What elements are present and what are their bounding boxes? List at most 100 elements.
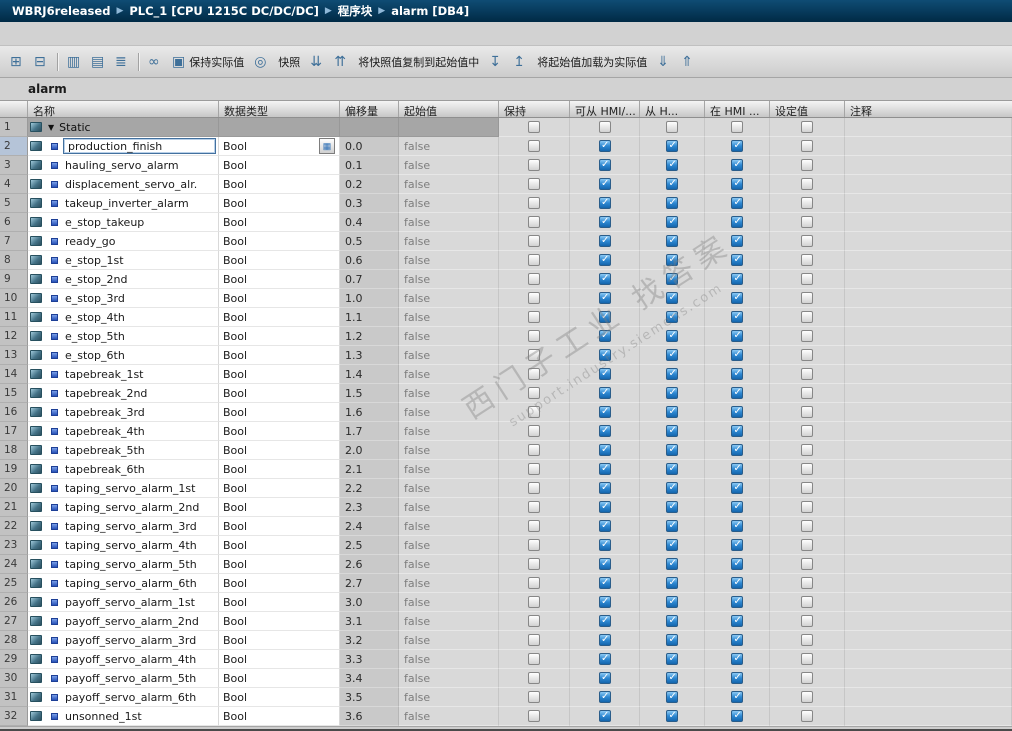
- name-cell[interactable]: taping_servo_alarm_3rd: [28, 517, 219, 536]
- name-cell[interactable]: e_stop_6th: [28, 346, 219, 365]
- start-value-cell[interactable]: false: [399, 308, 499, 327]
- setpoint-checkbox[interactable]: [801, 140, 813, 152]
- hmi-visible-checkbox[interactable]: [731, 311, 743, 323]
- name-cell[interactable]: e_stop_4th: [28, 308, 219, 327]
- retain-checkbox[interactable]: [528, 406, 540, 418]
- row-number[interactable]: 27: [0, 612, 28, 631]
- comment-cell[interactable]: [845, 308, 1012, 327]
- retain-checkbox[interactable]: [528, 558, 540, 570]
- start-value-cell[interactable]: false: [399, 631, 499, 650]
- name-cell[interactable]: taping_servo_alarm_5th: [28, 555, 219, 574]
- retain-checkbox[interactable]: [528, 387, 540, 399]
- setpoint-checkbox[interactable]: [801, 254, 813, 266]
- comment-cell[interactable]: [845, 479, 1012, 498]
- name-cell[interactable]: hauling_servo_alarm: [28, 156, 219, 175]
- hmi-visible-checkbox[interactable]: [731, 216, 743, 228]
- setpoint-checkbox[interactable]: [801, 292, 813, 304]
- hmi-visible-checkbox[interactable]: [731, 672, 743, 684]
- hmi-accessible-checkbox[interactable]: [598, 444, 611, 456]
- hmi-visible-checkbox[interactable]: [731, 273, 743, 285]
- start-value-cell[interactable]: false: [399, 574, 499, 593]
- hmi-writable-checkbox[interactable]: [666, 197, 678, 209]
- start-value-cell[interactable]: false: [399, 384, 499, 403]
- hmi-accessible-checkbox[interactable]: [598, 121, 611, 133]
- hmi-writable-checkbox[interactable]: [666, 273, 678, 285]
- datatype-cell[interactable]: Bool: [219, 479, 340, 498]
- hmi-writable-checkbox[interactable]: [666, 577, 678, 589]
- hmi-visible-checkbox[interactable]: [731, 634, 743, 646]
- hmi-visible-checkbox[interactable]: [731, 463, 743, 475]
- row-number[interactable]: 18: [0, 441, 28, 460]
- datatype-cell[interactable]: Bool: [219, 460, 340, 479]
- row-number[interactable]: 7: [0, 232, 28, 251]
- comment-cell[interactable]: [845, 555, 1012, 574]
- hmi-visible-checkbox[interactable]: [731, 691, 743, 703]
- name-cell[interactable]: payoff_servo_alarm_5th: [28, 669, 219, 688]
- comment-cell[interactable]: [845, 346, 1012, 365]
- datatype-cell[interactable]: Bool: [219, 707, 340, 726]
- datatype-cell[interactable]: Bool: [219, 194, 340, 213]
- hmi-visible-checkbox[interactable]: [731, 577, 743, 589]
- setpoint-checkbox[interactable]: [801, 634, 813, 646]
- comment-cell[interactable]: [845, 498, 1012, 517]
- hmi-writable-checkbox[interactable]: [666, 406, 678, 418]
- hmi-accessible-checkbox[interactable]: [598, 558, 611, 570]
- hmi-accessible-checkbox[interactable]: [598, 425, 611, 437]
- datatype-cell[interactable]: Bool: [219, 156, 340, 175]
- hmi-visible-checkbox[interactable]: [731, 406, 743, 418]
- hmi-accessible-checkbox[interactable]: [598, 615, 611, 627]
- name-cell[interactable]: e_stop_5th: [28, 327, 219, 346]
- row-number[interactable]: 3: [0, 156, 28, 175]
- copy-snapshot-down-icon[interactable]: ⇊: [305, 50, 329, 74]
- row-number[interactable]: 30: [0, 669, 28, 688]
- hmi-visible-checkbox[interactable]: [731, 615, 743, 627]
- hmi-accessible-checkbox[interactable]: [598, 482, 611, 494]
- comment-cell[interactable]: [845, 327, 1012, 346]
- retain-checkbox[interactable]: [528, 292, 540, 304]
- name-cell[interactable]: taping_servo_alarm_1st: [28, 479, 219, 498]
- hmi-accessible-checkbox[interactable]: [598, 596, 611, 608]
- group-name-cell[interactable]: ▼ Static: [28, 118, 219, 137]
- row-number[interactable]: 4: [0, 175, 28, 194]
- setpoint-checkbox[interactable]: [801, 121, 813, 133]
- name-cell[interactable]: production_finish: [28, 137, 219, 156]
- setpoint-checkbox[interactable]: [801, 539, 813, 551]
- comment-cell[interactable]: [845, 175, 1012, 194]
- retain-checkbox[interactable]: [528, 463, 540, 475]
- setpoint-checkbox[interactable]: [801, 463, 813, 475]
- hmi-visible-checkbox[interactable]: [731, 558, 743, 570]
- column-header-hmi-visible[interactable]: 在 HMI ...: [705, 101, 770, 117]
- hmi-writable-checkbox[interactable]: [666, 254, 678, 266]
- name-cell[interactable]: tapebreak_6th: [28, 460, 219, 479]
- hmi-accessible-checkbox[interactable]: [598, 140, 611, 152]
- collapse-caret-icon[interactable]: ▼: [48, 123, 54, 132]
- column-header-setpoint[interactable]: 设定值: [770, 101, 845, 117]
- datatype-cell[interactable]: Bool: [219, 175, 340, 194]
- row-number[interactable]: 17: [0, 422, 28, 441]
- load-start-as-actual-button[interactable]: 将起始值加载为实际值: [532, 50, 652, 74]
- row-number[interactable]: 29: [0, 650, 28, 669]
- name-cell[interactable]: tapebreak_2nd: [28, 384, 219, 403]
- name-cell[interactable]: payoff_servo_alarm_2nd: [28, 612, 219, 631]
- hmi-visible-checkbox[interactable]: [731, 121, 743, 133]
- datatype-picker-button[interactable]: ▦: [319, 138, 335, 154]
- hmi-writable-checkbox[interactable]: [666, 653, 678, 665]
- setpoint-checkbox[interactable]: [801, 425, 813, 437]
- name-cell[interactable]: e_stop_takeup: [28, 213, 219, 232]
- retain-checkbox[interactable]: [528, 672, 540, 684]
- datatype-cell[interactable]: Bool: [219, 422, 340, 441]
- start-value-cell[interactable]: false: [399, 403, 499, 422]
- hmi-visible-checkbox[interactable]: [731, 501, 743, 513]
- retain-checkbox[interactable]: [528, 159, 540, 171]
- start-value-cell[interactable]: false: [399, 175, 499, 194]
- datatype-cell[interactable]: Bool: [219, 536, 340, 555]
- hmi-accessible-checkbox[interactable]: [598, 159, 611, 171]
- hmi-writable-checkbox[interactable]: [666, 235, 678, 247]
- setpoint-checkbox[interactable]: [801, 577, 813, 589]
- reset-start-values-icon[interactable]: ▥: [62, 50, 86, 74]
- retain-checkbox[interactable]: [528, 577, 540, 589]
- hmi-writable-checkbox[interactable]: [666, 178, 678, 190]
- row-number[interactable]: 13: [0, 346, 28, 365]
- setpoint-checkbox[interactable]: [801, 349, 813, 361]
- hmi-visible-checkbox[interactable]: [731, 292, 743, 304]
